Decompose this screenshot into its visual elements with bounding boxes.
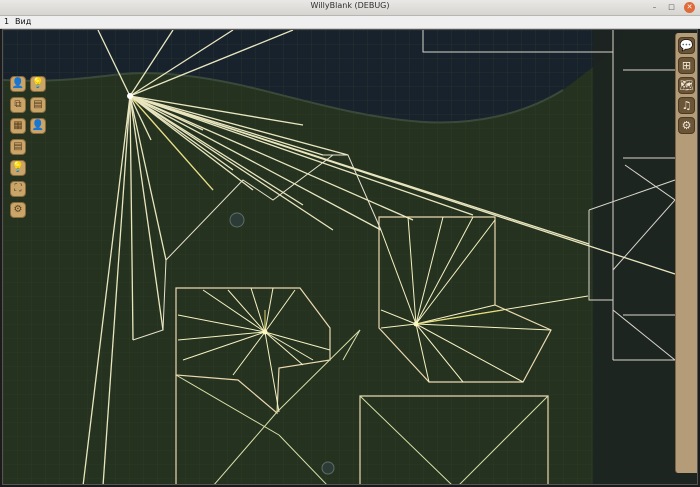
gear-icon[interactable]: ⚙ [10,202,26,218]
document-icon[interactable]: ▤ [10,139,26,155]
lightbulb-icon[interactable]: 💡 [30,76,46,92]
map-icon[interactable]: 🗺 [678,77,695,94]
map-object [321,461,335,475]
map-canvas [3,30,697,484]
chat-icon[interactable]: 💬 [678,37,695,54]
menu-item-1[interactable]: 1 [4,17,9,26]
minimize-button[interactable]: – [649,2,660,13]
crop-icon[interactable]: ⛶ [10,181,26,197]
copy-icon[interactable]: ⧉ [10,97,26,113]
hero-marker [127,93,133,99]
person-icon[interactable]: 👤 [30,118,46,134]
grid-icon[interactable]: ▦ [10,118,26,134]
window-titlebar: WillyBlank (DEBUG) – □ ✕ [0,0,700,16]
hero-marker [413,321,419,327]
music-icon[interactable]: ♫ [678,97,695,114]
close-button[interactable]: ✕ [684,2,695,13]
right-panel: 💬 ⊞ 🗺 ♫ ⚙ [675,33,697,473]
hero-marker [262,329,268,335]
game-viewport[interactable]: 👤 💡 ⧉ ▤ ▦ 👤 ▤ 💡 ⛶ ⚙ [2,29,698,485]
settings-icon[interactable]: ⚙ [678,117,695,134]
map-object [229,212,245,228]
vending-icon[interactable]: ▤ [30,97,46,113]
stairs-icon[interactable]: ⊞ [678,57,695,74]
menu-bar: 1 Вид [0,16,700,29]
person-icon[interactable]: 👤 [10,76,26,92]
lightbulb-icon[interactable]: 💡 [10,160,26,176]
window-title: WillyBlank (DEBUG) [310,1,390,10]
menu-item-view[interactable]: Вид [15,17,31,26]
maximize-button[interactable]: □ [666,2,677,13]
